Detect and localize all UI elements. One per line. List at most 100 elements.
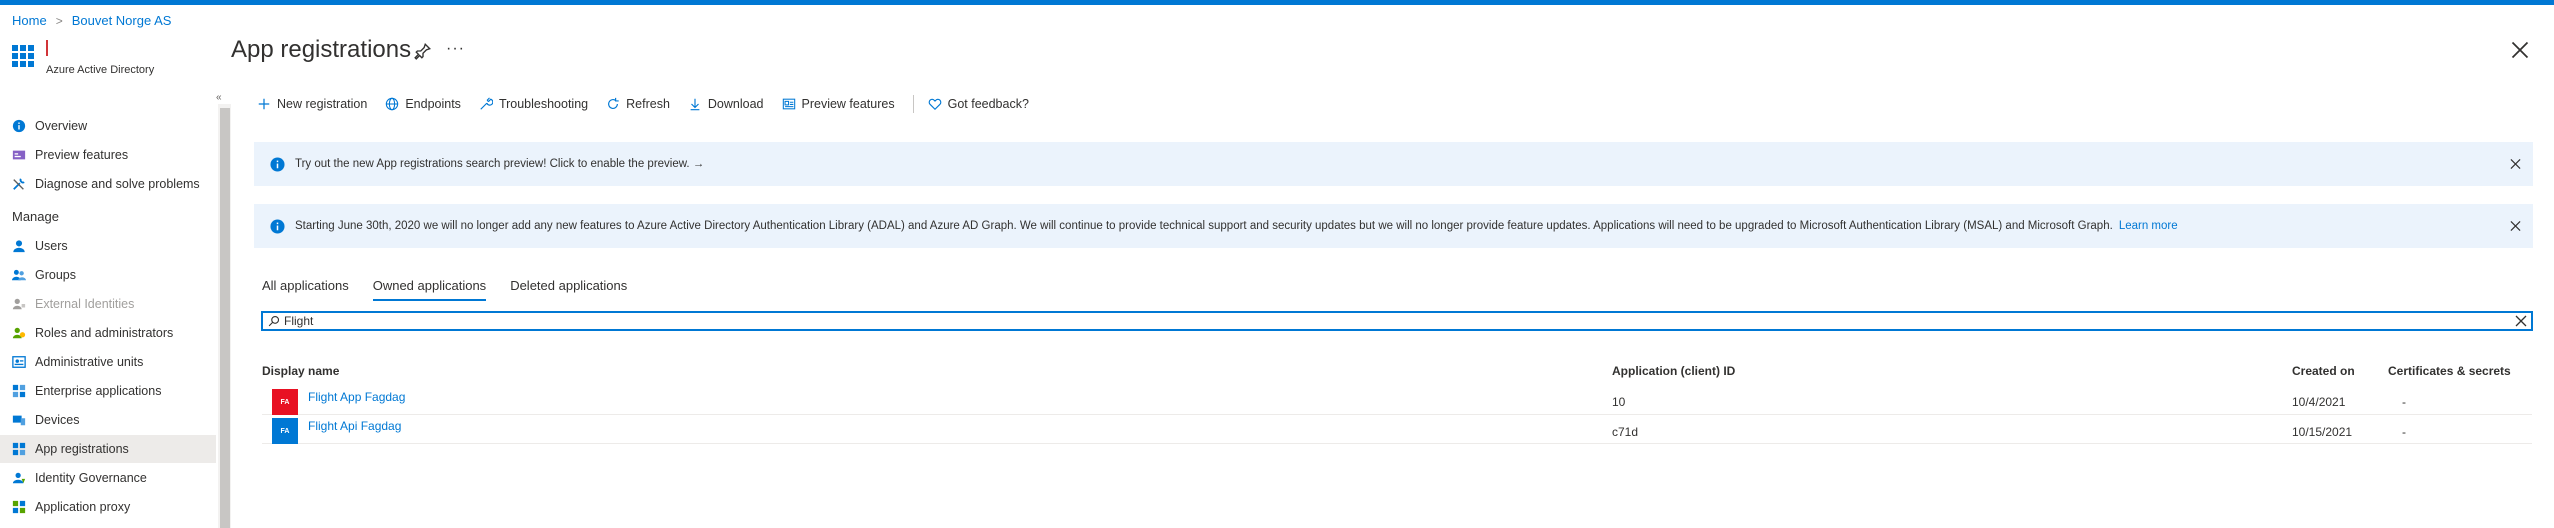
collapse-sidebar-icon[interactable]: « [216, 92, 222, 103]
download-label: Download [707, 97, 764, 111]
administrative-units-icon [12, 356, 26, 368]
sidebar-item-identity-governance[interactable]: Identity Governance [0, 464, 216, 492]
app-name-link[interactable]: Flight Api Fagdag [308, 419, 401, 433]
application-tabs: All applications Owned applications Dele… [262, 278, 651, 301]
search-preview-message: Try out the new App registrations search… [295, 158, 705, 170]
preview-features-button[interactable]: Preview features [782, 97, 895, 111]
tab-deleted-applications[interactable]: Deleted applications [510, 278, 627, 301]
feedback-label: Got feedback? [947, 97, 1029, 111]
sidebar-item-users[interactable]: Users [0, 232, 216, 260]
globe-icon [386, 97, 399, 111]
table-row[interactable]: FA Flight App Fagdag 10 10/4/2021 - [262, 386, 2532, 415]
wrench-icon [480, 97, 493, 110]
sidebar-item-label: Identity Governance [35, 471, 147, 485]
app-client-id: 10 [1612, 395, 1626, 409]
clear-search-icon[interactable] [2515, 315, 2527, 327]
sidebar-item-label: Enterprise applications [35, 384, 162, 398]
sidebar-item-label: Application proxy [35, 500, 131, 514]
sidebar-item-label: External Identities [35, 297, 135, 311]
search-icon [268, 315, 280, 327]
devices-icon [12, 415, 26, 426]
sidebar-scroll-thumb[interactable] [220, 108, 230, 528]
external-identities-icon [12, 298, 26, 310]
app-created-on: 10/15/2021 [2292, 425, 2353, 439]
preview-features-icon [782, 98, 795, 110]
new-registration-button[interactable]: New registration [257, 97, 367, 111]
sidebar-item-diagnose[interactable]: Diagnose and solve problems [0, 170, 216, 198]
sidebar-item-preview-features[interactable]: Preview features [0, 141, 216, 169]
pin-icon[interactable] [414, 42, 432, 60]
learn-more-link[interactable]: Learn more [2119, 220, 2178, 232]
breadcrumb-tenant-link[interactable]: Bouvet Norge AS [72, 13, 172, 28]
sidebar-item-label: Roles and administrators [35, 326, 174, 340]
user-icon [13, 240, 25, 253]
app-grid-icon [12, 45, 34, 67]
identity-governance-icon [12, 472, 26, 484]
info-icon [270, 156, 285, 172]
search-input[interactable] [284, 314, 2510, 328]
close-icon[interactable] [2510, 40, 2530, 60]
chevron-right-icon: > [55, 13, 63, 28]
manage-section-heading: Manage [12, 209, 59, 224]
search-box [261, 311, 2533, 331]
column-header-application-id[interactable]: Application (client) ID [1612, 364, 1735, 378]
more-options-icon[interactable]: ··· [446, 40, 465, 58]
roles-icon [12, 327, 26, 339]
sidebar-item-overview[interactable]: Overview [0, 112, 216, 140]
column-header-created-on[interactable]: Created on [2292, 364, 2355, 378]
sidebar-item-label: App registrations [35, 442, 129, 456]
sidebar-item-administrative-units[interactable]: Administrative units [0, 348, 216, 376]
endpoints-button[interactable]: Endpoints [385, 97, 461, 111]
refresh-label: Refresh [626, 97, 670, 111]
info-icon [12, 119, 26, 133]
breadcrumb-home-link[interactable]: Home [12, 13, 47, 28]
sidebar-item-label: Administrative units [35, 355, 144, 369]
app-created-on: 10/4/2021 [2292, 395, 2346, 409]
sidebar-item-roles[interactable]: Roles and administrators [0, 319, 216, 347]
close-icon[interactable] [2510, 220, 2521, 232]
sidebar-item-app-registrations[interactable]: App registrations [0, 435, 216, 463]
tab-owned-applications[interactable]: Owned applications [372, 278, 487, 301]
wrench-icon [13, 178, 25, 190]
new-registration-label: New registration [277, 97, 368, 111]
sidebar-item-label: Users [35, 239, 68, 253]
sidebar-item-label: Diagnose and solve problems [35, 177, 200, 191]
sidebar-item-groups[interactable]: Groups [0, 261, 216, 289]
refresh-icon [608, 97, 619, 109]
download-button[interactable]: Download [688, 97, 764, 111]
breadcrumb: Home > Bouvet Norge AS [12, 13, 171, 28]
portal-top-bar [0, 0, 2554, 5]
app-certificates-status: - [2402, 395, 2406, 409]
sidebar-item-devices[interactable]: Devices [0, 406, 216, 434]
sidebar-item-label: Devices [35, 413, 80, 427]
heart-icon [928, 98, 941, 111]
app-avatar: FA [272, 389, 298, 415]
app-avatar: FA [272, 418, 298, 444]
feedback-button[interactable]: Got feedback? [928, 97, 1029, 111]
tab-all-applications[interactable]: All applications [262, 278, 349, 301]
app-registrations-icon [12, 442, 26, 456]
refresh-button[interactable]: Refresh [606, 97, 670, 111]
preview-features-icon [12, 150, 26, 160]
sidebar-item-enterprise-applications[interactable]: Enterprise applications [0, 377, 216, 405]
plus-icon [258, 98, 270, 110]
groups-icon [12, 269, 26, 281]
search-preview-banner[interactable]: Try out the new App registrations search… [254, 142, 2533, 186]
adal-deprecation-message: Starting June 30th, 2020 we will no long… [295, 220, 2113, 232]
sidebar-item-label: Groups [35, 268, 76, 282]
sidebar-item-label: Preview features [35, 148, 129, 162]
sidebar-item-application-proxy[interactable]: Application proxy [0, 493, 216, 521]
column-header-certificates-secrets[interactable]: Certificates & secrets [2388, 364, 2511, 378]
table-row[interactable]: FA Flight Api Fagdag c71d 10/15/2021 - [262, 415, 2532, 444]
application-proxy-icon [12, 500, 26, 514]
column-header-display-name[interactable]: Display name [262, 364, 339, 378]
command-bar: New registration Endpoints Troubleshooti… [257, 93, 1047, 115]
service-name: Azure Active Directory [46, 64, 155, 76]
close-icon[interactable] [2510, 158, 2521, 170]
app-name-link[interactable]: Flight App Fagdag [308, 390, 405, 404]
download-icon [690, 98, 700, 111]
sidebar-item-label: Overview [35, 119, 88, 133]
app-client-id: c71d [1612, 425, 1639, 439]
sidebar-item-external-identities[interactable]: External Identities [0, 290, 216, 318]
troubleshooting-button[interactable]: Troubleshooting [479, 97, 588, 111]
